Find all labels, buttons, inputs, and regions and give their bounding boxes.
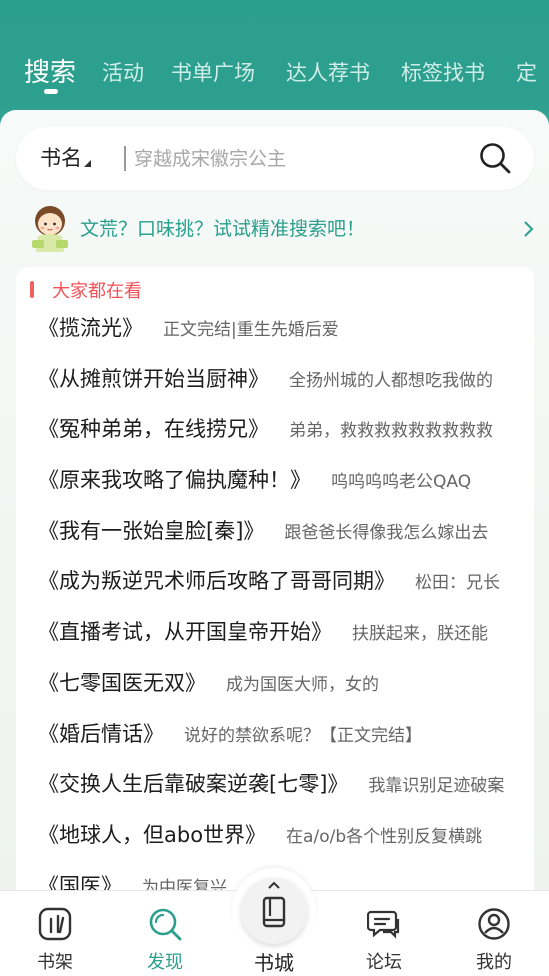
popular-books-card: 大家都在看 《揽流光》 正文完结|重生先婚后爱 《从摊煎饼开始当厨神》 全扬州城的人… <box>16 267 534 907</box>
book-row[interactable]: 《成为叛逆咒术师后攻略了哥哥同期》 松田：兄长 <box>16 556 534 607</box>
book-desc: 成为国医大师，女的 <box>226 674 379 695</box>
promo-text: 文荒？口味挑？试试精准搜索吧！ <box>80 218 366 240</box>
forum-chat-icon <box>367 910 400 939</box>
book-row[interactable]: 《直播考试，从开国皇帝开始》 扶朕起来，朕还能 <box>16 607 534 658</box>
book-row[interactable]: 《揽流光》 正文完结|重生先婚后爱 <box>16 303 534 354</box>
tab-more[interactable]: 定 <box>516 48 537 98</box>
book-desc: 松田：兄长 <box>415 573 500 594</box>
nav-discover[interactable]: 发现 <box>110 891 220 976</box>
section-accent-bar <box>30 281 34 298</box>
book-title: 《婚后情话》 <box>38 721 164 746</box>
tab-tag-search[interactable]: 标签找书 <box>401 48 485 98</box>
book-city-button[interactable] <box>241 878 307 944</box>
nav-forum[interactable]: 论坛 <box>329 891 439 976</box>
nav-label: 书架 <box>37 952 73 973</box>
search-divider <box>124 146 126 171</box>
book-desc: 全扬州城的人都想吃我做的 <box>289 370 493 391</box>
active-tab-indicator <box>44 89 58 94</box>
discover-search-icon <box>149 908 182 941</box>
book-city-icon <box>262 896 286 928</box>
book-desc: 说好的禁欲系呢？【正文完结】 <box>184 725 422 746</box>
book-title: 《直播考试，从开国皇帝开始》 <box>38 620 332 645</box>
book-title: 《冤种弟弟，在线捞兄》 <box>38 417 269 442</box>
book-title: 《揽流光》 <box>38 316 143 340</box>
tab-bar: 搜索 活动 书单广场 达人荐书 标签找书 定 <box>0 48 549 98</box>
nav-profile[interactable]: 我的 <box>439 891 549 976</box>
search-icon[interactable] <box>478 141 512 175</box>
precise-search-banner[interactable]: 文荒？口味挑？试试精准搜索吧！ <box>30 200 535 255</box>
dropdown-triangle-icon <box>84 160 91 167</box>
book-title: 《交换人生后靠破案逆袭[七零]》 <box>38 772 349 797</box>
book-desc: 跟爸爸长得像我怎么嫁出去 <box>284 522 489 543</box>
book-row[interactable]: 《婚后情话》 说好的禁欲系呢？【正文完结】 <box>16 709 534 760</box>
book-row[interactable]: 《冤种弟弟，在线捞兄》 弟弟，救救救救救救救救救 <box>16 404 534 455</box>
book-desc: 正文完结|重生先婚后爱 <box>163 320 339 340</box>
section-title: 大家都在看 <box>52 281 142 302</box>
search-type-label: 书名 <box>40 146 82 170</box>
tab-booklist-plaza[interactable]: 书单广场 <box>171 48 255 98</box>
search-box: 书名 <box>16 127 534 190</box>
mascot-icon <box>32 206 68 252</box>
book-desc: 在a/o/b各个性别反复横跳 <box>286 826 483 847</box>
book-row[interactable]: 《原来我攻略了偏执魔种！》 呜呜呜呜老公QAQ <box>16 455 534 506</box>
book-desc: 扶朕起来，朕还能 <box>352 624 488 645</box>
book-title: 《我有一张始皇脸[秦]》 <box>38 518 265 543</box>
nav-label: 我的 <box>476 952 512 973</box>
nav-label: 论坛 <box>366 952 402 973</box>
book-row[interactable]: 《七零国医无双》 成为国医大师，女的 <box>16 658 534 709</box>
nav-bookshelf[interactable]: 书架 <box>0 891 110 976</box>
bookshelf-icon <box>38 907 72 941</box>
profile-icon <box>478 908 510 940</box>
tab-expert-recommend[interactable]: 达人荐书 <box>286 48 370 98</box>
book-row[interactable]: 《地球人，但abo世界》 在a/o/b各个性别反复横跳 <box>16 810 534 861</box>
chevron-up-icon <box>268 881 280 889</box>
book-title: 《地球人，但abo世界》 <box>38 822 267 847</box>
book-row[interactable]: 《交换人生后靠破案逆袭[七零]》 我靠识别足迹破案 <box>16 759 534 810</box>
chevron-right-icon <box>524 221 534 237</box>
book-desc: 弟弟，救救救救救救救救救 <box>289 421 493 442</box>
search-input[interactable] <box>134 139 474 179</box>
book-list: 《揽流光》 正文完结|重生先婚后爱 《从摊煎饼开始当厨神》 全扬州城的人都想吃我做的… <box>16 303 534 911</box>
search-type-selector[interactable]: 书名 <box>40 127 91 190</box>
book-title: 《七零国医无双》 <box>38 670 206 695</box>
book-row[interactable]: 《从摊煎饼开始当厨神》 全扬州城的人都想吃我做的 <box>16 354 534 405</box>
book-desc: 呜呜呜呜老公QAQ <box>331 472 472 493</box>
book-title: 《原来我攻略了偏执魔种！》 <box>38 468 311 493</box>
book-title: 《从摊煎饼开始当厨神》 <box>38 366 269 391</box>
tab-activity[interactable]: 活动 <box>102 48 144 98</box>
book-row[interactable]: 《我有一张始皇脸[秦]》 跟爸爸长得像我怎么嫁出去 <box>16 506 534 557</box>
book-desc: 我靠识别足迹破案 <box>368 776 505 797</box>
book-title: 《成为叛逆咒术师后攻略了哥哥同期》 <box>38 569 395 594</box>
nav-label: 发现 <box>147 952 183 973</box>
nav-label-book-city: 书城 <box>254 951 294 975</box>
